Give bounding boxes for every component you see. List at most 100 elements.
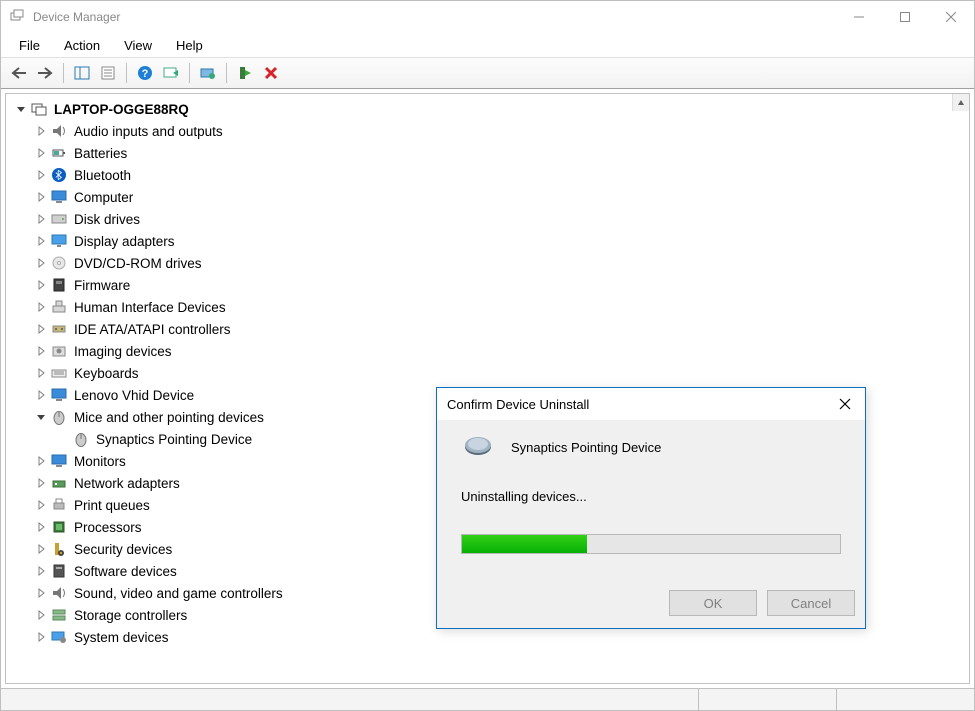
menu-view[interactable]: View <box>114 36 162 55</box>
system-icon <box>50 629 68 645</box>
menu-action[interactable]: Action <box>54 36 110 55</box>
tree-item[interactable]: Human Interface Devices <box>8 296 967 318</box>
tree-item[interactable]: Imaging devices <box>8 340 967 362</box>
firmware-icon <box>50 277 68 293</box>
monitor-icon <box>50 189 68 205</box>
minimize-button[interactable] <box>836 1 882 33</box>
properties-button[interactable] <box>96 61 120 85</box>
hid-icon <box>50 299 68 315</box>
tree-item-label: IDE ATA/ATAPI controllers <box>74 322 231 337</box>
show-hide-console-tree-button[interactable] <box>70 61 94 85</box>
cancel-button[interactable]: Cancel <box>767 590 855 616</box>
forward-button[interactable] <box>33 61 57 85</box>
tree-item-label: Security devices <box>74 542 172 557</box>
tree-item-label: Firmware <box>74 278 130 293</box>
chevron-down-icon[interactable] <box>14 102 28 116</box>
tree-item-label: Human Interface Devices <box>74 300 226 315</box>
menubar: File Action View Help <box>1 33 974 57</box>
tree-item-label: Imaging devices <box>74 344 172 359</box>
tree-item[interactable]: Display adapters <box>8 230 967 252</box>
svg-text:?: ? <box>142 68 149 80</box>
tree-item-label: Bluetooth <box>74 168 131 183</box>
scan-hardware-button[interactable] <box>159 61 183 85</box>
tree-item-label: System devices <box>74 630 169 645</box>
toolbar-separator <box>226 63 227 83</box>
dialog-status-text: Uninstalling devices... <box>461 489 841 504</box>
close-button[interactable] <box>928 1 974 33</box>
tree-item-label: Sound, video and game controllers <box>74 586 283 601</box>
help-button[interactable]: ? <box>133 61 157 85</box>
dialog-title: Confirm Device Uninstall <box>447 397 589 412</box>
security-icon <box>50 541 68 557</box>
chevron-right-icon[interactable] <box>34 630 48 644</box>
titlebar: Device Manager <box>1 1 974 33</box>
enable-device-button[interactable] <box>233 61 257 85</box>
menu-file[interactable]: File <box>9 36 50 55</box>
menu-help[interactable]: Help <box>166 36 213 55</box>
tree-item-label: Monitors <box>74 454 126 469</box>
back-button[interactable] <box>7 61 31 85</box>
chevron-right-icon[interactable] <box>34 234 48 248</box>
tree-item[interactable]: Batteries <box>8 142 967 164</box>
tree-item[interactable]: Firmware <box>8 274 967 296</box>
tree-item[interactable]: Audio inputs and outputs <box>8 120 967 142</box>
ok-button[interactable]: OK <box>669 590 757 616</box>
toolbar-separator <box>63 63 64 83</box>
chevron-right-icon[interactable] <box>34 608 48 622</box>
toolbar: ? <box>1 57 974 89</box>
chevron-right-icon[interactable] <box>34 278 48 292</box>
chevron-down-icon[interactable] <box>34 410 48 424</box>
chevron-right-icon[interactable] <box>34 212 48 226</box>
device-manager-window: Device Manager File Action View Help <box>0 0 975 711</box>
tree-item-label: Batteries <box>74 146 127 161</box>
tree-item[interactable]: DVD/CD-ROM drives <box>8 252 967 274</box>
scroll-up-button[interactable] <box>952 94 969 111</box>
progress-bar <box>461 534 841 554</box>
dialog-close-button[interactable] <box>835 394 855 414</box>
tree-item-label: Synaptics Pointing Device <box>96 432 252 447</box>
window-title: Device Manager <box>33 10 120 24</box>
uninstall-device-button[interactable] <box>259 61 283 85</box>
chevron-right-icon[interactable] <box>34 520 48 534</box>
chevron-right-icon[interactable] <box>34 476 48 490</box>
mouse-icon <box>72 431 90 447</box>
tree-item[interactable]: Bluetooth <box>8 164 967 186</box>
tree-item[interactable]: IDE ATA/ATAPI controllers <box>8 318 967 340</box>
chevron-right-icon[interactable] <box>34 322 48 336</box>
chevron-right-icon[interactable] <box>34 146 48 160</box>
software-icon <box>50 563 68 579</box>
imaging-icon <box>50 343 68 359</box>
tree-item[interactable]: Keyboards <box>8 362 967 384</box>
chevron-right-icon[interactable] <box>34 124 48 138</box>
chevron-right-icon[interactable] <box>34 366 48 380</box>
chevron-right-icon[interactable] <box>34 168 48 182</box>
chevron-right-icon[interactable] <box>34 388 48 402</box>
tree-item-label: Network adapters <box>74 476 180 491</box>
dialog-device-name: Synaptics Pointing Device <box>511 440 661 455</box>
storage-icon <box>50 607 68 623</box>
chevron-right-icon[interactable] <box>34 190 48 204</box>
chevron-right-icon[interactable] <box>34 344 48 358</box>
tree-item[interactable]: Disk drives <box>8 208 967 230</box>
progress-fill <box>462 535 587 553</box>
tree-item[interactable]: Computer <box>8 186 967 208</box>
tree-item-label: Computer <box>74 190 133 205</box>
chevron-right-icon[interactable] <box>34 586 48 600</box>
audio-icon <box>50 585 68 601</box>
print-icon <box>50 497 68 513</box>
chevron-right-icon[interactable] <box>34 542 48 556</box>
tree-item-label: Storage controllers <box>74 608 187 623</box>
tree-item-label: Keyboards <box>74 366 139 381</box>
update-driver-button[interactable] <box>196 61 220 85</box>
computer-root-icon <box>30 101 48 117</box>
chevron-right-icon[interactable] <box>34 454 48 468</box>
tree-item[interactable]: System devices <box>8 626 967 648</box>
chevron-right-icon[interactable] <box>34 300 48 314</box>
chevron-right-icon[interactable] <box>34 256 48 270</box>
cpu-icon <box>50 519 68 535</box>
chevron-right-icon[interactable] <box>34 498 48 512</box>
tree-item-label: Lenovo Vhid Device <box>74 388 194 403</box>
chevron-right-icon[interactable] <box>34 564 48 578</box>
tree-root[interactable]: LAPTOP-OGGE88RQ <box>8 98 967 120</box>
maximize-button[interactable] <box>882 1 928 33</box>
